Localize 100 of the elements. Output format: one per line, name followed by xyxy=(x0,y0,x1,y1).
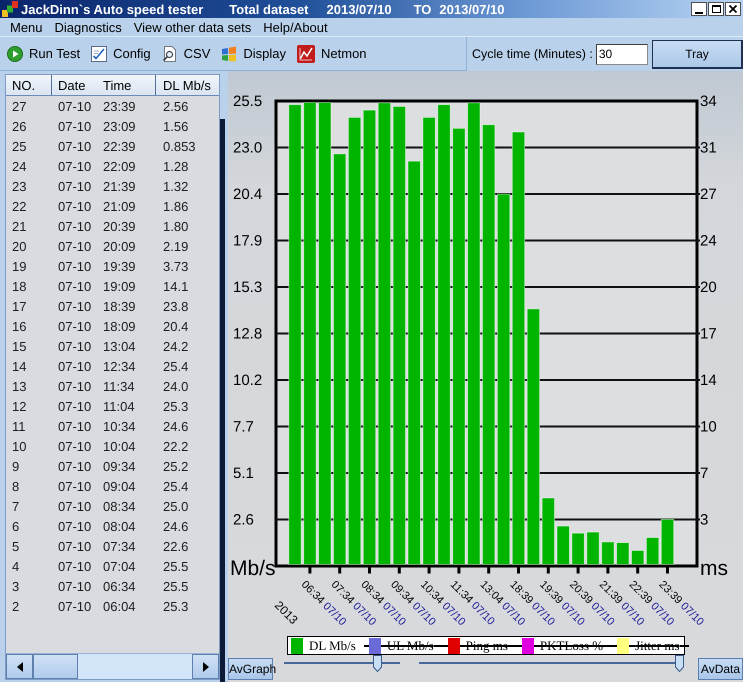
toolbar-button[interactable]: Config xyxy=(88,42,154,66)
table-cell-text: 9 xyxy=(11,458,20,474)
table-cell-text: 1.28 xyxy=(162,158,190,174)
table-cell-text: 21 xyxy=(11,218,28,234)
table-cell-text: 11:04 xyxy=(102,398,136,414)
toolbar-button[interactable]: Run Test xyxy=(4,42,84,66)
maximize-icon xyxy=(712,5,720,13)
table-cell-text: 1.32 xyxy=(162,178,190,194)
toolbar-button[interactable]: Display xyxy=(218,42,290,66)
slider-track[interactable] xyxy=(284,655,400,672)
table-cell-text: 25.4 xyxy=(162,358,190,374)
checkbox-tick-icon xyxy=(91,46,108,62)
scrollbar-thumb[interactable] xyxy=(33,654,78,679)
table-cell-text: 13:04 xyxy=(102,338,137,354)
table-cell-text: 25.3 xyxy=(162,398,190,414)
table-cell-text: 15 xyxy=(11,338,28,354)
table-cell-text: 14 xyxy=(11,358,28,374)
table-cell-text: 23 xyxy=(11,178,28,194)
menu-item[interactable]: Menu xyxy=(4,20,49,34)
table-cell-text: 07-10 xyxy=(57,458,92,474)
legend-item[interactable]: PKTLoss % xyxy=(516,637,612,654)
minimize-button[interactable] xyxy=(691,2,707,16)
table-cell-text: 17 xyxy=(11,298,28,314)
avgraph-button[interactable]: AvGraph xyxy=(228,658,273,680)
legend-item[interactable]: UL Mb/s xyxy=(364,637,443,654)
table-cell-text: 21:39 xyxy=(102,178,137,194)
table-cell-text: 20:39 xyxy=(102,218,137,234)
table-cell-text: 23:39 xyxy=(102,98,137,114)
table-cell-text: 10 xyxy=(11,438,28,454)
table-cell-text: 09:34 xyxy=(102,458,137,474)
slider-track[interactable] xyxy=(419,655,684,672)
avdata-button[interactable]: AvData xyxy=(698,658,743,680)
table-cell-text: 07-10 xyxy=(57,538,92,554)
table-cell-text: 07-10 xyxy=(57,118,92,134)
table-cell-text: 24.6 xyxy=(162,518,190,534)
table-cell-text: 16 xyxy=(11,318,28,334)
slider-thumb[interactable] xyxy=(675,655,684,672)
table-cell-text: 07-10 xyxy=(57,398,92,414)
table-cell-text: 10:04 xyxy=(102,438,137,454)
dataset-label: Total dataset xyxy=(229,2,309,16)
menu-item[interactable]: View other data sets xyxy=(128,20,258,34)
table-cell-text: 1.86 xyxy=(162,198,190,214)
cycle-time-field[interactable]: 30 xyxy=(596,44,648,64)
column-header[interactable]: Date xyxy=(52,75,98,95)
table-cell-text: 22.6 xyxy=(162,538,190,554)
date-from: 2013/07/10 xyxy=(326,2,392,16)
left-axis-label: 12.8 xyxy=(233,326,262,342)
table-cell-text: 7 xyxy=(11,498,20,514)
table-cell-text: 07-10 xyxy=(57,218,92,234)
table-cell-text: 5 xyxy=(11,538,20,554)
field-label: Cycle time (Minutes) : xyxy=(472,47,593,61)
table-cell-text: 25.4 xyxy=(162,478,190,494)
column-header[interactable]: NO. xyxy=(6,75,52,95)
table-cell-text: 07-10 xyxy=(57,138,92,154)
table-cell-text: 0.853 xyxy=(162,138,197,154)
table-cell-text: 23.8 xyxy=(162,298,190,314)
menu-item[interactable]: Help/About xyxy=(257,20,334,34)
toolbar-button[interactable]: Netmon xyxy=(294,42,370,66)
table-cell-text: 22 xyxy=(11,198,28,214)
scroll-left-button[interactable] xyxy=(6,654,33,679)
left-axis-label: 2.6 xyxy=(233,512,254,528)
date-to: 2013/07/10 xyxy=(439,2,504,16)
right-axis-label: 7 xyxy=(700,465,708,482)
table-cell-text: 07-10 xyxy=(57,478,92,494)
tray-button[interactable]: Tray xyxy=(652,40,743,69)
bar xyxy=(616,542,630,565)
maximize-button[interactable] xyxy=(708,2,724,16)
close-icon xyxy=(729,5,737,13)
right-axis-label: 3 xyxy=(700,512,708,528)
left-axis-label: 25.5 xyxy=(233,93,262,110)
range-separator: TO xyxy=(414,2,432,16)
menu-item[interactable]: Diagnostics xyxy=(48,20,128,34)
column-header[interactable]: DL Mb/s xyxy=(156,75,219,95)
table-cell-text: 19:39 xyxy=(102,258,137,274)
close-button[interactable] xyxy=(725,2,741,16)
toolbar-button[interactable]: CSV xyxy=(158,42,214,66)
left-axis-label: 7.7 xyxy=(233,418,254,436)
slider-thumb[interactable] xyxy=(372,655,382,672)
right-axis-unit: ms xyxy=(700,557,728,580)
scroll-right-button[interactable] xyxy=(192,654,219,679)
right-axis-label: 24 xyxy=(700,232,717,250)
legend-item[interactable]: Ping ms xyxy=(442,637,517,654)
left-axis-label: 23.0 xyxy=(233,140,262,156)
table-cell-text: 12:34 xyxy=(102,358,137,374)
legend-item[interactable]: Jitter ms xyxy=(612,637,689,654)
table-cell-text: 07-10 xyxy=(57,578,92,594)
table-cell-text: 1.56 xyxy=(162,118,190,134)
table-cell-text: 3.73 xyxy=(162,258,190,274)
left-axis-label: 17.9 xyxy=(233,232,262,250)
column-header[interactable]: Time xyxy=(98,75,156,95)
table-cell-text: 25.5 xyxy=(162,578,190,594)
table-cell-text: 07-10 xyxy=(57,158,92,174)
bar xyxy=(631,550,644,565)
right-axis-label: 31 xyxy=(700,140,717,156)
left-axis-unit: Mb/s xyxy=(230,557,276,580)
bar xyxy=(542,498,555,565)
table-cell-text: 07-10 xyxy=(57,338,92,354)
right-axis-label: 10 xyxy=(700,418,717,436)
table-cell-text: 07-10 xyxy=(57,198,92,214)
left-axis-label: 15.3 xyxy=(233,279,262,296)
